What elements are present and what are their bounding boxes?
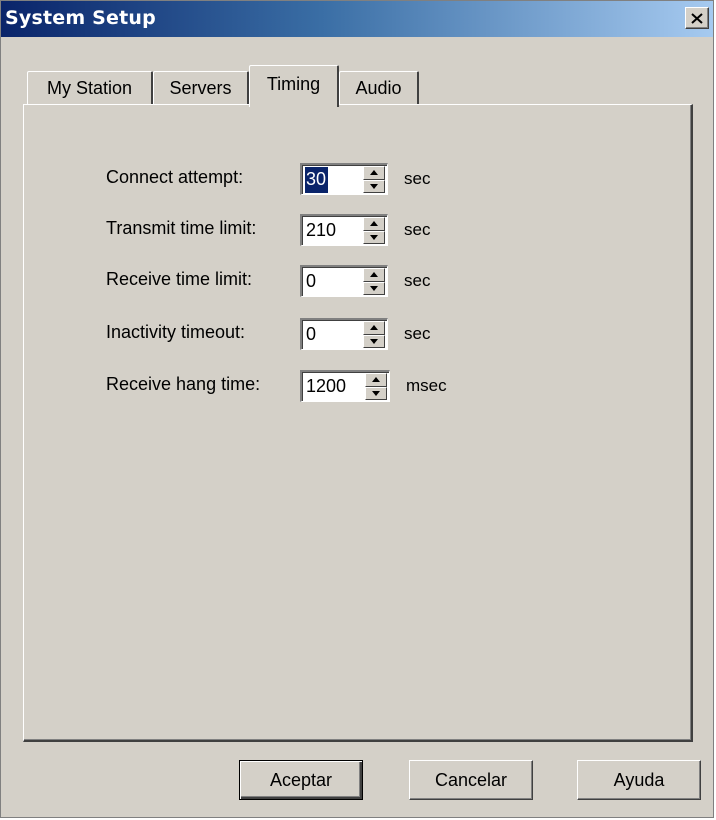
receive-limit-spinner[interactable] — [363, 268, 385, 295]
help-button[interactable]: Ayuda — [577, 760, 701, 800]
cancel-button[interactable]: Cancelar — [409, 760, 533, 800]
receive-hang-unit: msec — [406, 376, 447, 395]
arrow-down-icon — [370, 183, 378, 189]
tab-timing[interactable]: Timing — [249, 65, 339, 107]
tab-label-servers: Servers — [169, 77, 232, 98]
spin-up-button[interactable] — [363, 166, 385, 180]
inactivity-timeout-label: Inactivity timeout: — [106, 322, 246, 342]
close-button[interactable] — [685, 7, 709, 29]
transmit-limit-spinner[interactable] — [363, 217, 385, 244]
spin-up-button[interactable] — [363, 217, 385, 231]
arrow-up-icon — [372, 377, 380, 383]
tab-label-audio: Audio — [355, 77, 402, 98]
connect-attempt-input[interactable] — [305, 166, 328, 193]
spin-up-button[interactable] — [365, 373, 387, 387]
transmit-limit-field[interactable] — [300, 214, 388, 246]
system-setup-dialog: System Setup My Station Servers Timing A… — [0, 0, 714, 818]
tab-label-my-station: My Station — [46, 77, 133, 98]
transmit-limit-row: Transmit time limit: sec — [106, 214, 666, 246]
spin-up-button[interactable] — [363, 268, 385, 282]
connect-attempt-row: Connect attempt: sec — [106, 163, 666, 195]
arrow-up-icon — [370, 325, 378, 331]
connect-attempt-field[interactable] — [300, 163, 388, 195]
ok-button-label: Aceptar — [269, 769, 333, 790]
receive-hang-row: Receive hang time: msec — [106, 370, 666, 402]
window-title: System Setup — [5, 7, 156, 29]
tab-my-station[interactable]: My Station — [27, 71, 153, 104]
spin-up-button[interactable] — [363, 321, 385, 335]
receive-limit-row: Receive time limit: sec — [106, 265, 666, 297]
arrow-down-icon — [370, 338, 378, 344]
receive-hang-spinner[interactable] — [365, 373, 387, 400]
connect-attempt-unit: sec — [404, 169, 431, 188]
spin-down-button[interactable] — [363, 334, 385, 348]
inactivity-timeout-unit: sec — [404, 324, 431, 343]
receive-hang-field[interactable] — [300, 370, 390, 402]
ok-button[interactable]: Aceptar — [239, 760, 363, 800]
cancel-button-label: Cancelar — [434, 769, 508, 790]
timing-panel: Connect attempt: sec Transmit time limit… — [23, 104, 693, 742]
close-icon — [691, 12, 703, 24]
tab-servers[interactable]: Servers — [153, 71, 249, 104]
receive-limit-label: Receive time limit: — [106, 269, 253, 289]
connect-attempt-label: Connect attempt: — [106, 167, 244, 187]
arrow-up-icon — [370, 170, 378, 176]
tab-audio[interactable]: Audio — [339, 71, 419, 104]
inactivity-timeout-input[interactable] — [302, 321, 362, 348]
inactivity-timeout-row: Inactivity timeout: sec — [106, 318, 666, 350]
receive-limit-field[interactable] — [300, 265, 388, 297]
arrow-down-icon — [370, 285, 378, 291]
receive-hang-input[interactable] — [302, 373, 362, 400]
connect-attempt-spinner[interactable] — [363, 166, 385, 193]
spin-down-button[interactable] — [363, 281, 385, 295]
spin-down-button[interactable] — [363, 179, 385, 193]
arrow-down-icon — [372, 390, 380, 396]
receive-hang-label: Receive hang time: — [106, 374, 261, 394]
arrow-down-icon — [370, 234, 378, 240]
arrow-up-icon — [370, 221, 378, 227]
spin-down-button[interactable] — [365, 386, 387, 400]
title-bar[interactable]: System Setup — [1, 1, 713, 37]
transmit-limit-label: Transmit time limit: — [106, 218, 257, 238]
transmit-limit-input[interactable] — [302, 217, 362, 244]
help-button-label: Ayuda — [613, 769, 665, 790]
receive-limit-input[interactable] — [302, 268, 362, 295]
tab-label-timing: Timing — [266, 74, 321, 94]
inactivity-timeout-spinner[interactable] — [363, 321, 385, 348]
receive-limit-unit: sec — [404, 271, 431, 290]
inactivity-timeout-field[interactable] — [300, 318, 388, 350]
transmit-limit-unit: sec — [404, 220, 431, 239]
arrow-up-icon — [370, 272, 378, 278]
spin-down-button[interactable] — [363, 230, 385, 244]
